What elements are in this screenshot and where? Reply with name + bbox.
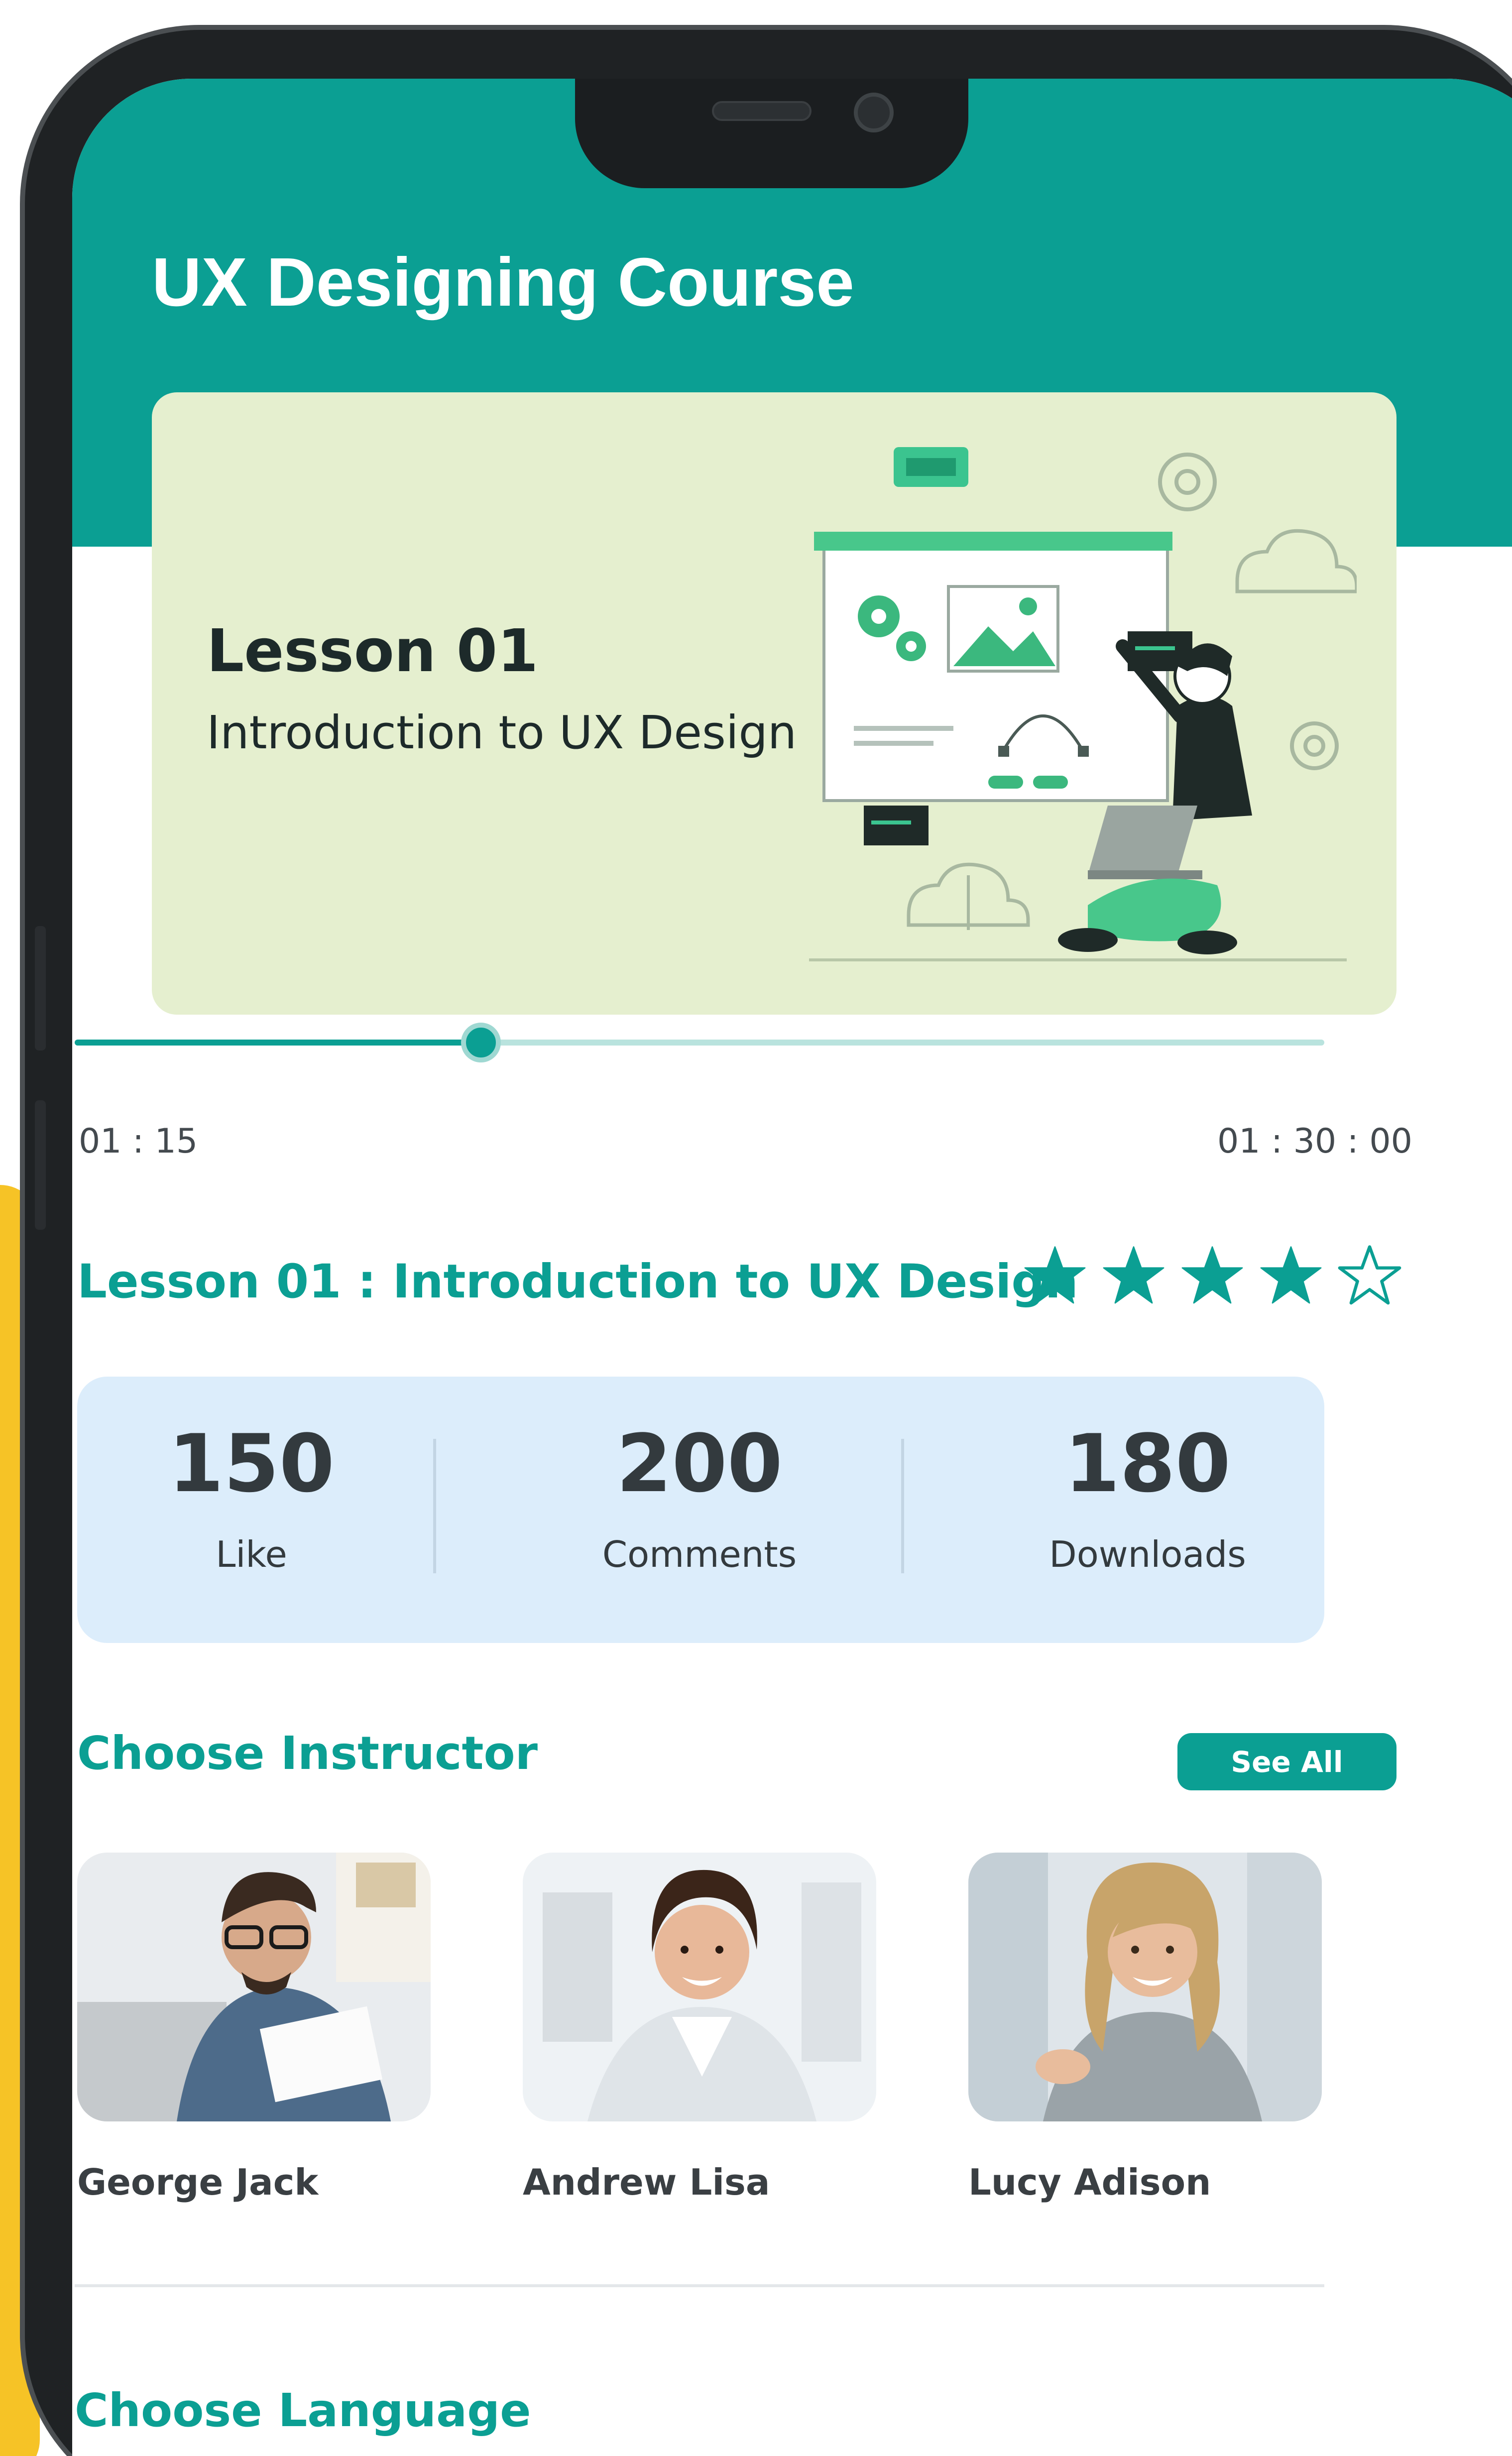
stat-likes[interactable]: 150 Like [77, 1417, 426, 1576]
stat-value: 150 [168, 1417, 335, 1510]
instructor-card-lucy[interactable]: Lucy Adison [968, 1853, 1322, 2203]
side-button [35, 1100, 46, 1230]
star-filled-icon[interactable] [1180, 1244, 1244, 1307]
page-title: UX Designing Course [152, 244, 854, 321]
camera-icon [854, 93, 894, 132]
current-time: 01 : 15 [79, 1122, 198, 1161]
stat-label: Downloads [1049, 1533, 1246, 1575]
instructor-section-title: Choose Instructor [77, 1727, 538, 1780]
phone-screen: UX Designing Course Lesson 01 Introducti… [72, 79, 1512, 2456]
instructor-name: George Jack [77, 2161, 319, 2203]
progress-slider[interactable] [75, 1023, 1324, 1062]
stats-card: 150 Like 200 Comments 180 Downloads [77, 1377, 1324, 1643]
star-filled-icon[interactable] [1102, 1244, 1165, 1307]
stat-value: 200 [616, 1417, 783, 1510]
section-divider [75, 2284, 1324, 2287]
side-button [35, 926, 46, 1051]
instructor-name: Lucy Adison [968, 2161, 1211, 2203]
lesson-number: Lesson 01 [207, 616, 539, 685]
lesson-card[interactable]: Lesson 01 Introduction to UX Design [152, 392, 1396, 1015]
total-time: 01 : 30 : 00 [1217, 1122, 1412, 1161]
star-filled-icon[interactable] [1023, 1244, 1087, 1307]
instructor-card-george[interactable]: George Jack [77, 1853, 431, 2203]
stat-comments[interactable]: 200 Comments [525, 1417, 874, 1576]
lesson-heading: Lesson 01 : Introduction to UX Design [77, 1255, 1078, 1309]
stat-divider [433, 1439, 436, 1573]
blonde-woman-photo-icon [968, 1853, 1322, 2121]
man-with-glasses-photo-icon [77, 1853, 431, 2121]
lesson-subtitle: Introduction to UX Design [207, 706, 797, 759]
stat-label: Like [216, 1533, 287, 1575]
stat-label: Comments [602, 1533, 797, 1575]
star-empty-icon[interactable] [1338, 1244, 1401, 1307]
slider-thumb[interactable] [461, 1023, 501, 1062]
speaker-icon [712, 101, 812, 121]
app-screenshot: UX Designing Course Lesson 01 Introducti… [0, 0, 1512, 2456]
smiling-woman-photo-icon [523, 1853, 876, 2121]
star-rating[interactable] [1023, 1244, 1401, 1307]
instructor-name: Andrew Lisa [523, 2161, 770, 2203]
stat-value: 180 [1064, 1417, 1231, 1510]
instructor-card-andrew[interactable]: Andrew Lisa [523, 1853, 876, 2203]
stat-downloads[interactable]: 180 Downloads [973, 1417, 1322, 1576]
stat-divider [901, 1439, 904, 1573]
star-filled-icon[interactable] [1259, 1244, 1323, 1307]
see-all-button[interactable]: See All [1177, 1733, 1396, 1790]
language-section-title: Choose Language [75, 2384, 531, 2437]
phone-notch [575, 79, 968, 188]
designer-illustration-icon [809, 447, 1357, 961]
progress-fill [75, 1040, 481, 1046]
